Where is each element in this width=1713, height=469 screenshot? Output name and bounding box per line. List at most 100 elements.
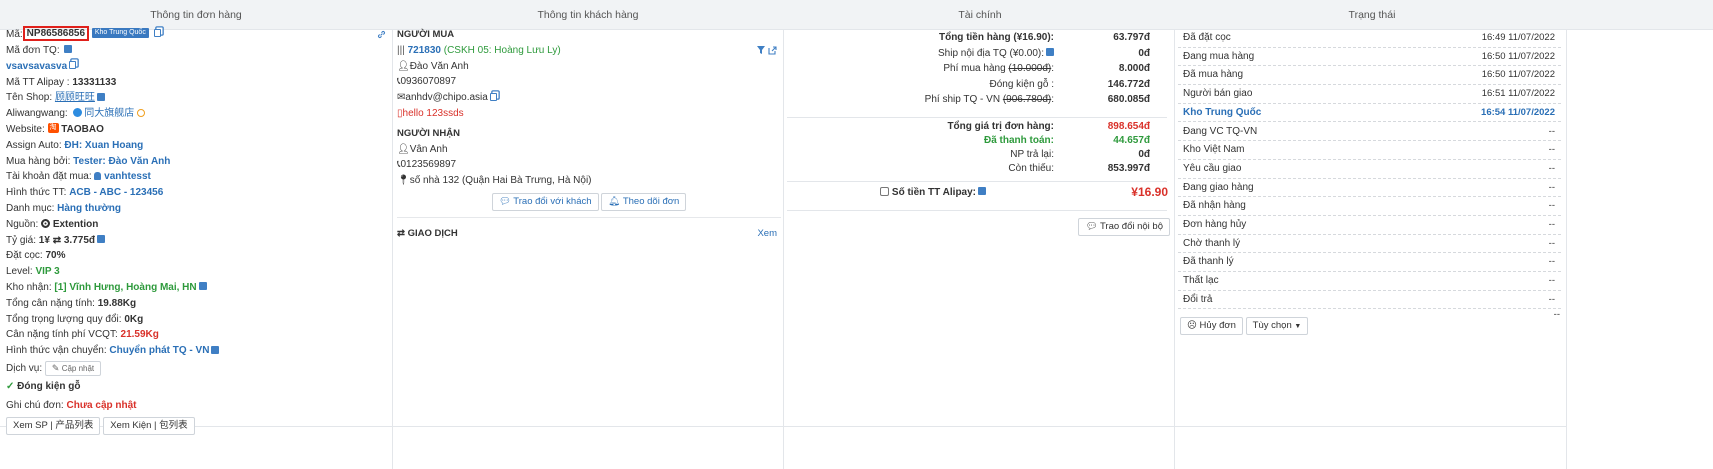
options-dropdown-button[interactable]: Tùy chọn ▼ (1245, 317, 1309, 335)
status-list: Đã đặt cọc 16:49 11/07/2022 Đang mua hàng… (1178, 29, 1564, 312)
bell-icon: 🔔︎ (608, 195, 621, 207)
edit-icon[interactable] (1046, 47, 1054, 56)
status-row: Đơn hàng hủy -- (1178, 216, 1561, 235)
finance-value: 63.797đ (1113, 32, 1150, 43)
edit-icon[interactable] (198, 282, 207, 291)
note-label: Ghi chú đơn: (6, 399, 64, 411)
transaction-row: ⇄ GIAO DỊCH Xem (397, 226, 781, 242)
buyer-note: hello 123ssds (402, 107, 464, 119)
edit-icon[interactable] (97, 234, 106, 243)
status-row-current: Kho Trung Quốc 16:54 11/07/2022 (1178, 104, 1561, 123)
alipay-checkbox[interactable] (880, 186, 890, 196)
remaining-row: Còn thiếu: 853.997đ (790, 161, 1150, 177)
status-time: -- (1548, 200, 1555, 212)
level-label: Level: (6, 266, 33, 278)
conv-weight-row: Tổng trọng lượng quy đổi: 0Kg (6, 312, 390, 328)
status-row: Chờ thanh lý -- (1178, 235, 1561, 254)
edit-icon[interactable] (978, 187, 986, 196)
follow-order-button[interactable]: 🔔︎ Theo dõi đơn (601, 192, 687, 211)
level-value: VIP 3 (35, 266, 60, 278)
finance-row: Ship nội địa TQ (¥0.00): 0đ (790, 46, 1150, 62)
chat-with-customer-button[interactable]: 💬︎ Trao đổi với khách (491, 192, 599, 211)
shipping-label: Hình thức vận chuyển: (6, 345, 107, 357)
deposit-row: Đặt cọc: 70% (6, 248, 390, 264)
finance-original-value: (10.000đ) (1008, 63, 1052, 74)
view-products-button[interactable]: Xem SP | 产品列表 (6, 416, 101, 435)
order-code-row: Mã: NP86586856 Kho Trung Quốc (6, 26, 390, 43)
rate-left: 1¥ (38, 234, 50, 246)
copy-icon[interactable] (489, 92, 497, 101)
cancel-order-button[interactable]: ☹ Hủy đơn (1180, 317, 1243, 335)
update-service-button[interactable]: ✎ Cập nhật (44, 360, 102, 376)
alipay-amount-label: Số tiền TT Alipay: (880, 186, 986, 198)
header-status: Trạng thái (1348, 9, 1396, 21)
fee-weight-row: Cân nặng tính phí VCQT: 21.59Kg (6, 327, 390, 343)
note-value[interactable]: Chưa cập nhật (66, 400, 136, 411)
barcode-icon: ||| (397, 44, 405, 56)
remaining-value: 853.997đ (1107, 163, 1150, 174)
status-row: Đã đặt cọc 16:49 11/07/2022 (1178, 29, 1561, 48)
packing-value: Đóng kiện gỗ (17, 380, 81, 392)
status-row: Đang giao hàng -- (1178, 179, 1561, 198)
chat-icon: 💬︎ (1085, 221, 1098, 232)
exchange-icon: ⇄ (397, 227, 405, 239)
shop-row: Tên Shop: 顾顾旺旺 (6, 90, 390, 106)
tq-code-value[interactable]: vsavsavasva (6, 61, 67, 72)
cancel-order-label: Hủy đơn (1199, 320, 1236, 331)
divider (1566, 30, 1567, 469)
aliwangwang-icon (72, 108, 82, 118)
buyer-note-row: ▯hello 123ssds (397, 106, 781, 122)
chat-with-customer-label: Trao đổi với khách (513, 195, 592, 207)
aliwangwang-link[interactable]: 同大旗舰店 (84, 108, 134, 119)
divider (1174, 30, 1175, 469)
assign-label: Assign Auto: (6, 139, 62, 151)
customer-actions: 💬︎ Trao đổi với khách 🔔︎ Theo dõi đơn (397, 192, 781, 211)
buyer-name-row: 👤︎Đào Văn Anh (397, 59, 781, 75)
payment-row: Hình thức TT: ACB - ABC - 123456 (6, 185, 390, 201)
finance-label-text: Phí mua hàng (943, 63, 1006, 74)
header-finance: Tài chính (958, 9, 1002, 21)
edit-icon[interactable] (211, 345, 220, 354)
assign-row: Assign Auto: ĐH: Xuan Hoang (6, 138, 390, 154)
status-name: Đã nhận hàng (1183, 200, 1246, 212)
finance-label: Ship nội địa TQ (¥0.00): (938, 46, 1054, 62)
copy-icon[interactable] (153, 29, 161, 38)
edit-icon[interactable] (96, 92, 105, 101)
link-icon[interactable] (377, 26, 386, 43)
status-row: Đang mua hàng 16:50 11/07/2022 (1178, 48, 1561, 67)
external-link-icon[interactable] (768, 45, 777, 56)
receiver-name-row: 👤︎Vân Anh (397, 142, 781, 158)
user-icon: 👤︎ (397, 143, 410, 155)
buyer-id-row: ||| 721830 (CSKH 05: Hoàng Lưu Ly) (397, 43, 781, 59)
status-time: -- (1548, 275, 1555, 287)
alipay-amount-row: Số tiền TT Alipay: ¥16.90 (790, 182, 1172, 206)
finance-value: 680.085đ (1107, 94, 1150, 105)
shop-link[interactable]: 顾顾旺旺 (55, 92, 95, 103)
status-time: -- (1548, 293, 1555, 305)
buyer-actions (757, 43, 777, 59)
view-transactions-link[interactable]: Xem (757, 226, 777, 242)
status-name: Đã mua hàng (1183, 69, 1244, 81)
edit-icon: ✎ (51, 362, 60, 373)
status-name: Chờ thanh lý (1183, 237, 1241, 249)
finance-totals: Tổng giá trị đơn hàng: 898.654đ Đã thanh … (790, 119, 1172, 179)
view-packages-button[interactable]: Xem Kiện | 包列表 (103, 416, 195, 435)
filter-icon[interactable] (757, 45, 766, 56)
fee-weight-value: 21.59Kg (120, 329, 159, 341)
status-time: -- (1548, 162, 1555, 174)
status-row: Đã nhận hàng -- (1178, 197, 1561, 216)
status-row: Người bán giao 16:51 11/07/2022 (1178, 85, 1561, 104)
buyer-id[interactable]: 721830 (408, 45, 441, 56)
warehouse-label: Kho nhận: (6, 281, 52, 293)
copy-icon[interactable] (69, 61, 77, 70)
status-time: -- (1548, 237, 1555, 249)
account-value[interactable]: vanhtesst (104, 171, 151, 182)
edit-icon[interactable] (64, 45, 73, 54)
finance-value: 0đ (1138, 47, 1150, 59)
buyer-cskh: (CSKH 05: Hoàng Lưu Ly) (443, 44, 561, 56)
website-label: Website: (6, 123, 45, 135)
internal-discussion-button[interactable]: 💬︎ Trao đổi nội bộ (1078, 218, 1170, 236)
taobao-icon: 淘 (47, 123, 59, 134)
status-name: Kho Trung Quốc (1183, 106, 1262, 118)
source-row: Nguồn: Extention (6, 217, 390, 233)
